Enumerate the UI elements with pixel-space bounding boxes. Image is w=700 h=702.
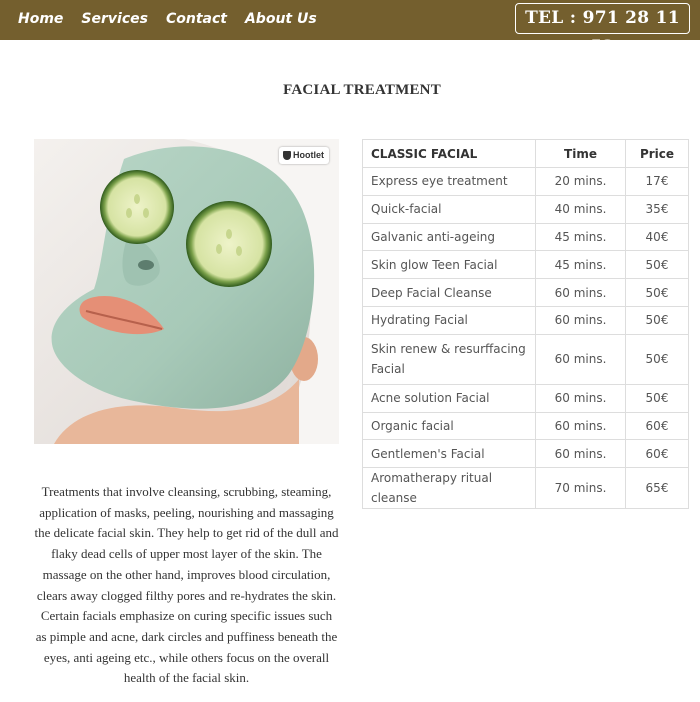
treatment-name: Organic facial — [362, 411, 536, 441]
treatment-time: 60 mins. — [535, 439, 626, 469]
nav-services-link[interactable]: Services — [81, 10, 148, 28]
treatment-time: 60 mins. — [535, 383, 626, 413]
treatment-name: Deep Facial Cleanse — [362, 278, 536, 307]
treatment-time: 45 mins. — [535, 250, 626, 280]
treatment-time: 60 mins. — [535, 305, 626, 335]
treatment-name: Skin renew & resurffacing Facial — [362, 333, 536, 385]
treatment-time: 60 mins. — [535, 333, 626, 385]
treatment-name: Acne solution Facial — [362, 383, 536, 413]
facial-mask-photo: Hootlet — [34, 139, 339, 444]
treatment-time: 45 mins. — [535, 222, 626, 252]
nav-about-us-link[interactable]: About Us — [245, 10, 317, 28]
treatment-price: 50€ — [625, 305, 689, 335]
table-row: Skin glow Teen Facial 45 mins. 50€ — [362, 250, 689, 280]
treatment-time: 20 mins. — [535, 167, 626, 196]
treatment-price: 60€ — [625, 411, 689, 441]
treatment-time: 60 mins. — [535, 411, 626, 441]
table-row: Express eye treatment 20 mins. 17€ — [362, 167, 689, 196]
treatment-time: 40 mins. — [535, 194, 626, 224]
facial-mask-illustration — [34, 139, 339, 444]
table-row: Organic facial 60 mins. 60€ — [362, 411, 689, 441]
hootlet-badge[interactable]: Hootlet — [279, 147, 329, 164]
treatment-price: 17€ — [625, 167, 689, 196]
treatment-price: 60€ — [625, 439, 689, 469]
table-row: Aromatherapy ritual cleanse 70 mins. 65€ — [362, 467, 689, 510]
table-header-row: CLASSIC FACIAL Time Price — [362, 139, 689, 168]
treatment-description: Treatments that involve cleansing, scrub… — [34, 484, 339, 686]
price-table: CLASSIC FACIAL Time Price Express eye tr… — [362, 139, 689, 510]
treatment-price: 50€ — [625, 333, 689, 385]
treatment-name: Express eye treatment — [362, 167, 536, 196]
treatment-price: 50€ — [625, 383, 689, 413]
header-classic-facial: CLASSIC FACIAL — [362, 139, 536, 168]
main-nav: Home Services Contact About Us — [18, 10, 317, 28]
treatment-name: Skin glow Teen Facial — [362, 250, 536, 280]
top-nav-bar: Home Services Contact About Us TEL : 971… — [0, 0, 700, 57]
treatment-name: Quick-facial — [362, 194, 536, 224]
table-row: Gentlemen's Facial 60 mins. 60€ — [362, 439, 689, 469]
table-row: Deep Facial Cleanse 60 mins. 50€ — [362, 278, 689, 307]
treatment-name: Aromatherapy ritual cleanse — [362, 467, 536, 510]
hootlet-icon — [283, 151, 291, 160]
table-row: Quick-facial 40 mins. 35€ — [362, 194, 689, 224]
table-row: Skin renew & resurffacing Facial 60 mins… — [362, 333, 689, 385]
table-row: Acne solution Facial 60 mins. 50€ — [362, 383, 689, 413]
nav-contact-link[interactable]: Contact — [166, 10, 227, 28]
table-row: Hydrating Facial 60 mins. 50€ — [362, 305, 689, 335]
treatment-price: 65€ — [625, 467, 689, 510]
treatment-time: 70 mins. — [535, 467, 626, 510]
treatment-price: 50€ — [625, 250, 689, 280]
table-row: Galvanic anti-ageing 45 mins. 40€ — [362, 222, 689, 252]
treatment-time: 60 mins. — [535, 278, 626, 307]
header-time: Time — [535, 139, 626, 168]
nav-home-link[interactable]: Home — [18, 10, 63, 28]
treatment-name: Galvanic anti-ageing — [362, 222, 536, 252]
header-price: Price — [625, 139, 689, 168]
hootlet-badge-label: Hootlet — [293, 150, 324, 160]
treatment-price: 40€ — [625, 222, 689, 252]
treatment-name: Hydrating Facial — [362, 305, 536, 335]
treatment-name: Gentlemen's Facial — [362, 439, 536, 469]
page-title: FACIAL TREATMENT — [283, 82, 441, 98]
treatment-price: 50€ — [625, 278, 689, 307]
treatment-price: 35€ — [625, 194, 689, 224]
phone-number-box[interactable]: TEL : 971 28 11 52 — [515, 3, 690, 57]
